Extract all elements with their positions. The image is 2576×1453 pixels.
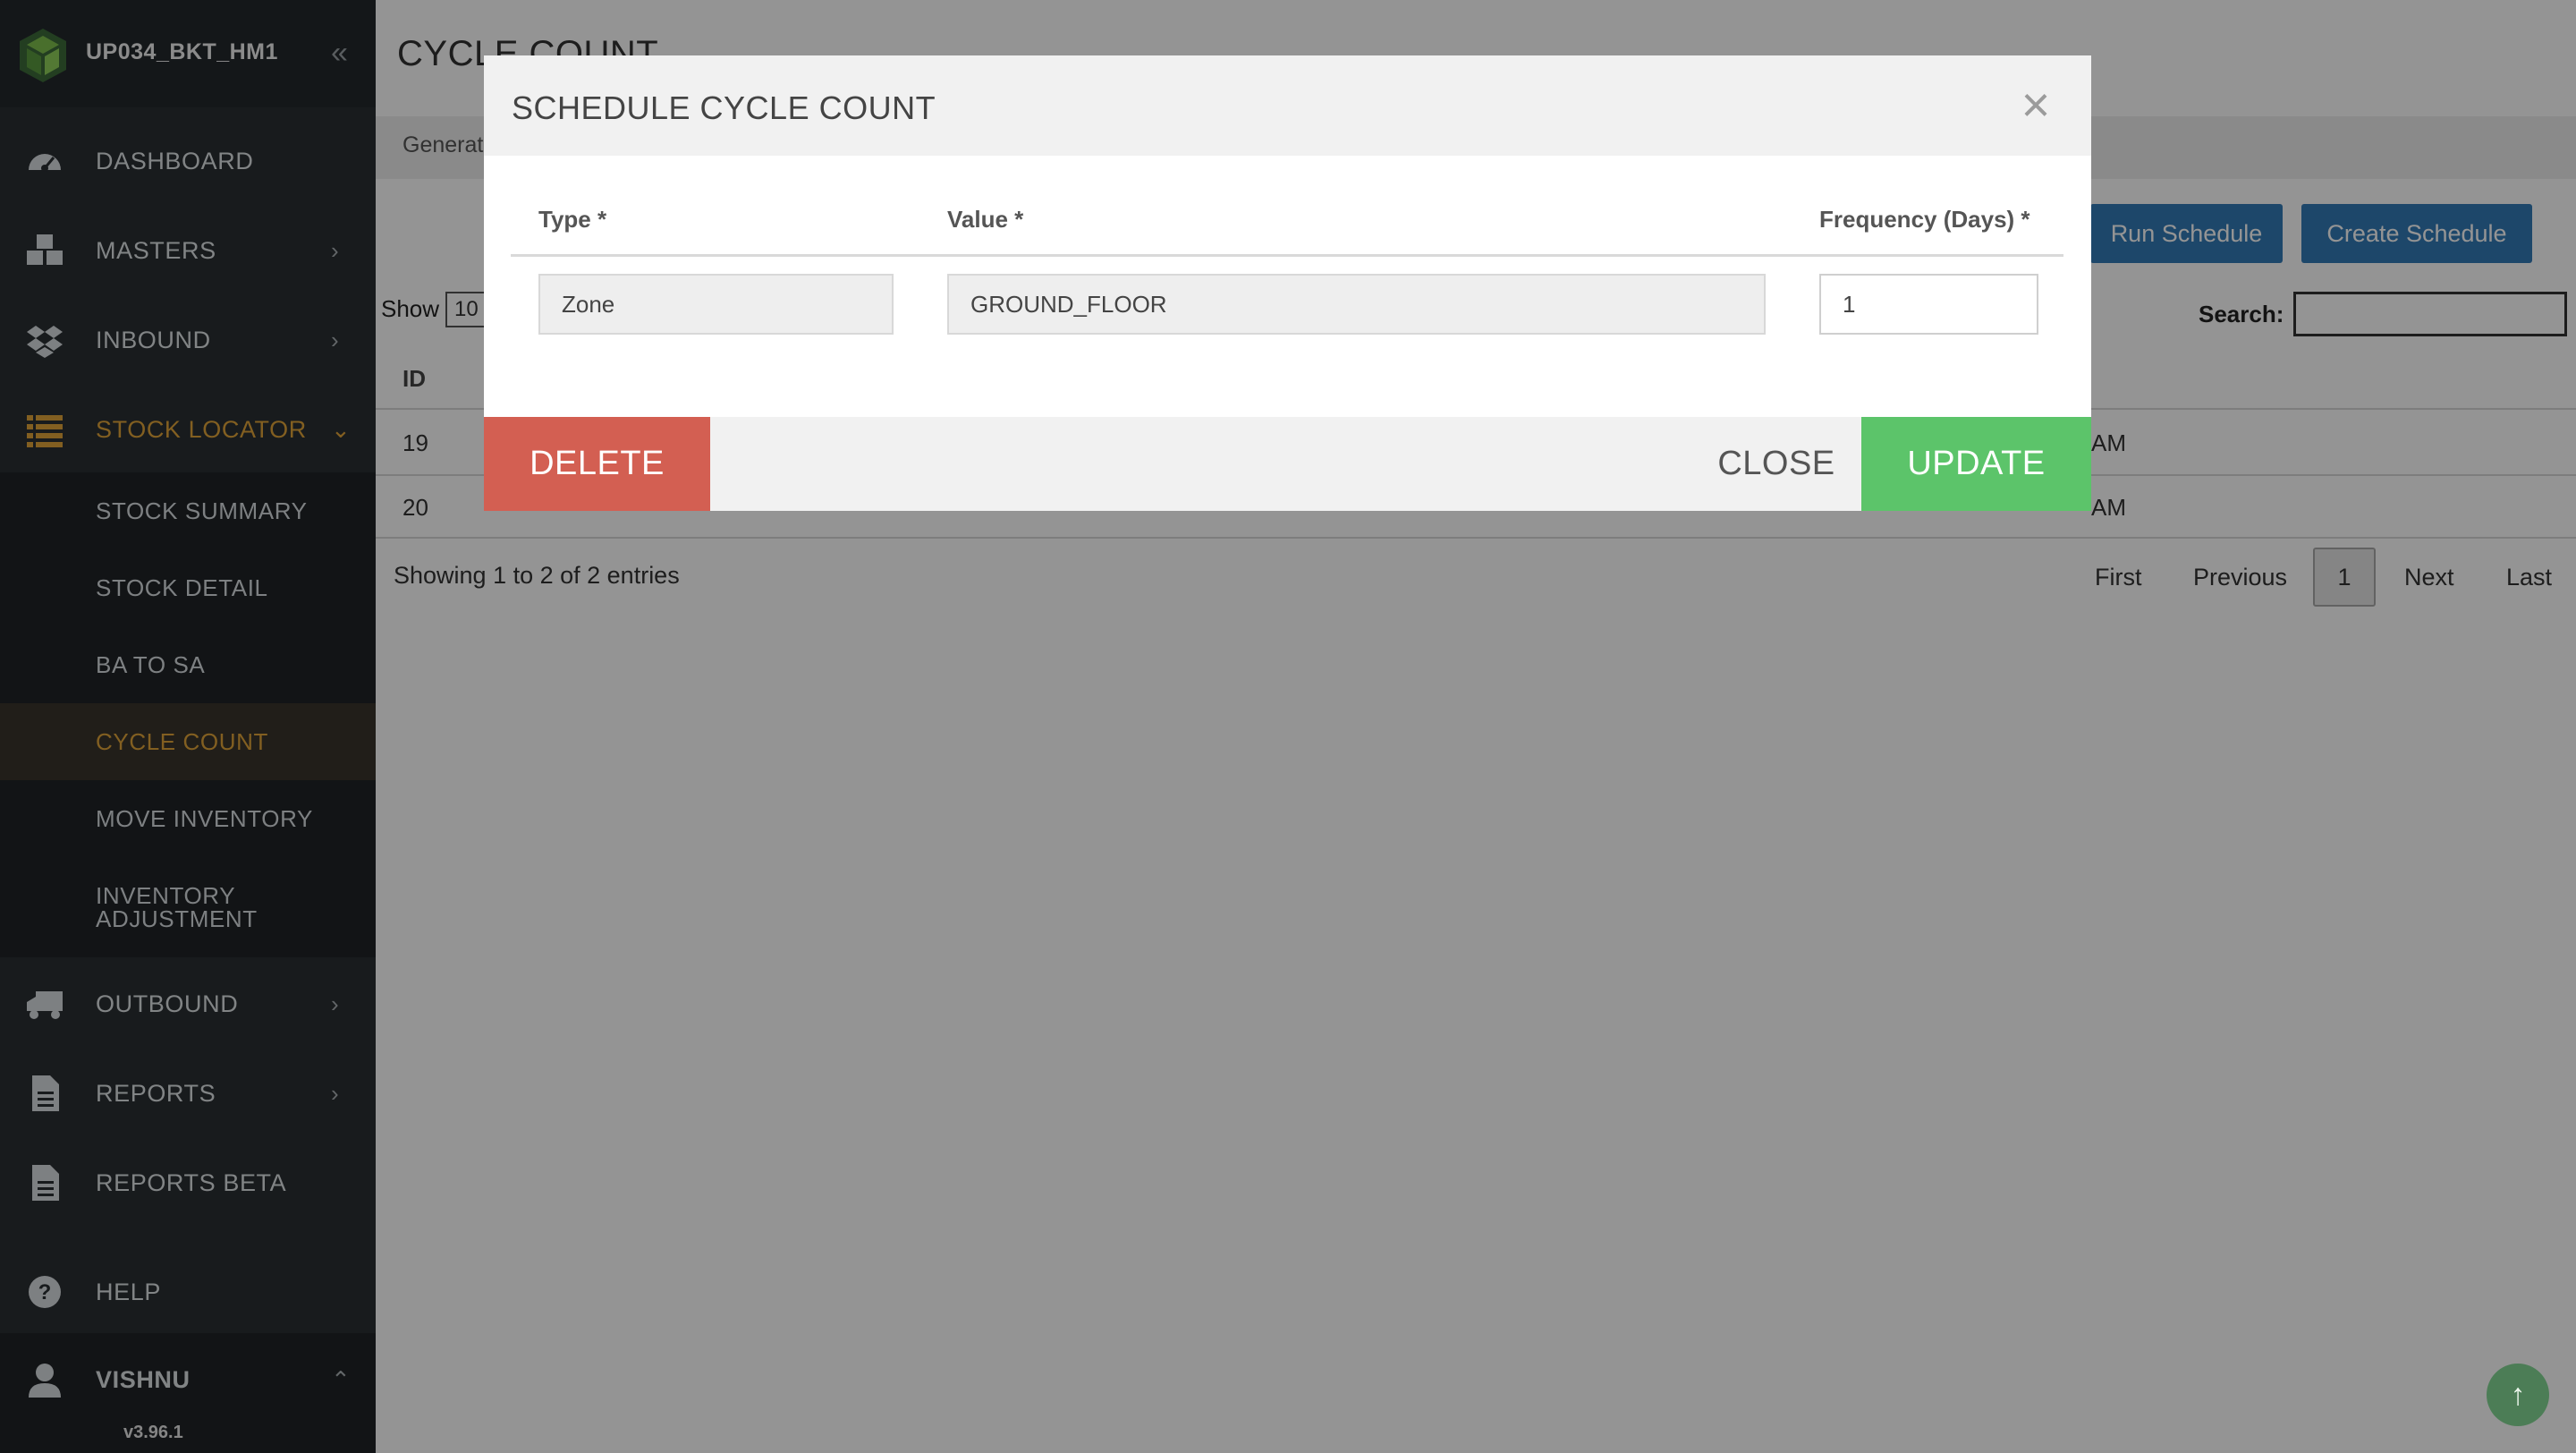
column-header-value: Value *: [947, 206, 1024, 233]
update-button[interactable]: UPDATE: [1861, 417, 2091, 511]
column-header-type: Type *: [538, 206, 607, 233]
delete-button[interactable]: DELETE: [484, 417, 710, 511]
close-icon[interactable]: ×: [2013, 80, 2058, 130]
column-header-frequency: Frequency (Days) *: [1819, 206, 2030, 233]
type-field: Zone: [538, 274, 894, 335]
schedule-cycle-count-modal: SCHEDULE CYCLE COUNT × Type * Value * Fr…: [484, 55, 2091, 511]
close-button[interactable]: CLOSE: [1665, 417, 1888, 511]
modal-header-divider: [511, 254, 2063, 257]
scroll-to-top-icon[interactable]: ↑: [2487, 1364, 2549, 1426]
modal-title: SCHEDULE CYCLE COUNT: [512, 89, 936, 126]
frequency-days-input[interactable]: 1: [1819, 274, 2038, 335]
value-field: GROUND_FLOOR: [947, 274, 1766, 335]
